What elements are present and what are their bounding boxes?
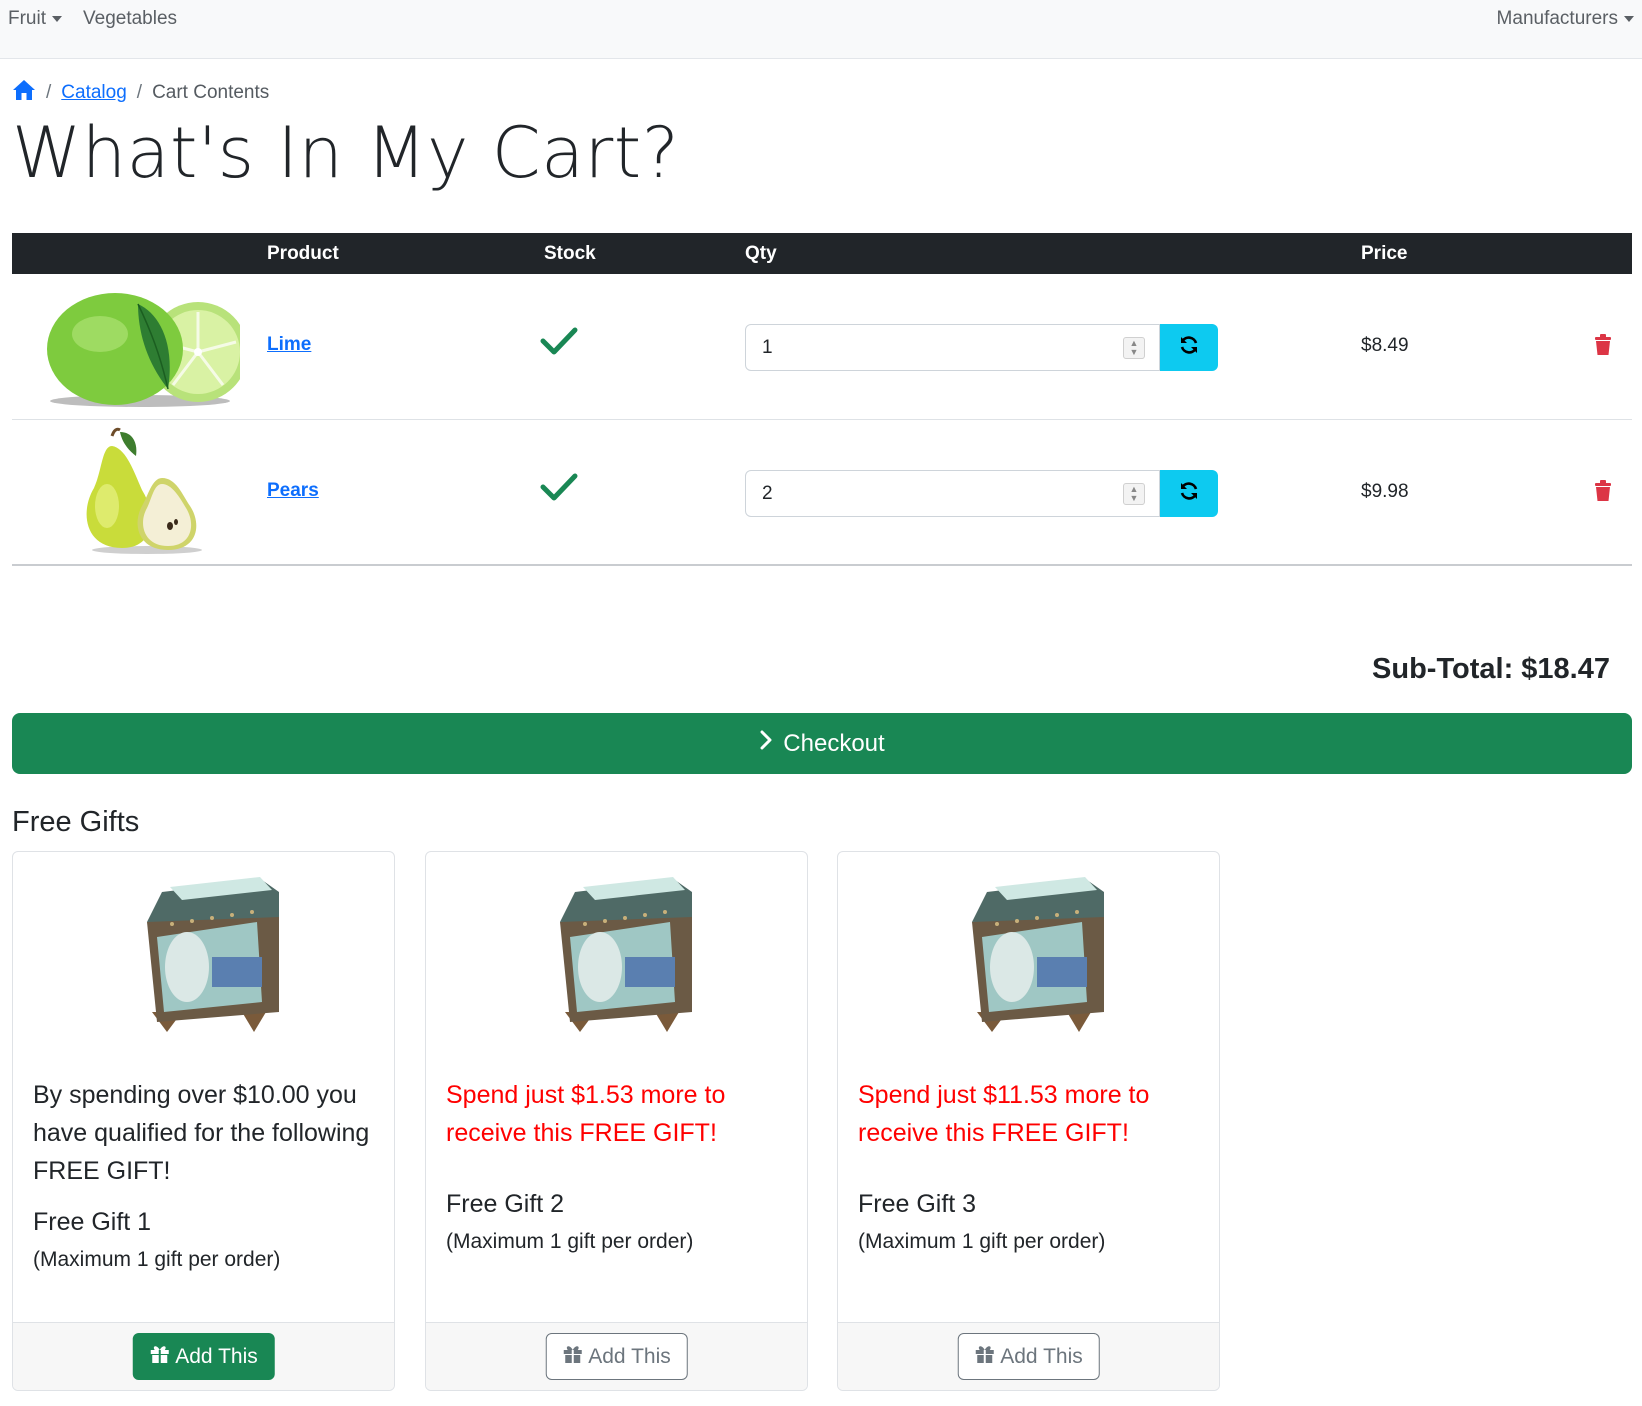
qty-value: 2 bbox=[762, 482, 773, 504]
table-row: Lime 1 ▲ ▼ $8.49 bbox=[12, 274, 1632, 420]
gift-limit: (Maximum 1 gift per order) bbox=[33, 1248, 281, 1271]
breadcrumb-current: Cart Contents bbox=[152, 82, 270, 103]
gift-card-footer: Add This bbox=[13, 1322, 394, 1390]
gift-icon bbox=[149, 1344, 169, 1370]
nav-vegetables-link[interactable]: Vegetables bbox=[83, 8, 177, 30]
gift-message: By spending over $10.00 you have qualifi… bbox=[33, 1081, 370, 1185]
add-gift-label: Add This bbox=[1000, 1344, 1083, 1368]
header-stock: Stock bbox=[544, 243, 596, 264]
gift-limit: (Maximum 1 gift per order) bbox=[446, 1230, 694, 1253]
qty-input-pears[interactable]: 2 ▲ ▼ bbox=[745, 470, 1160, 517]
checkout-button[interactable]: Checkout bbox=[12, 713, 1632, 774]
trash-icon[interactable] bbox=[1594, 334, 1612, 361]
qty-spinner-icon[interactable]: ▲ ▼ bbox=[1123, 337, 1145, 359]
check-icon bbox=[540, 472, 578, 507]
gift-image bbox=[132, 862, 279, 1042]
top-navbar: Fruit Vegetables Manufacturers bbox=[0, 0, 1642, 59]
header-price: Price bbox=[1361, 243, 1408, 264]
page-title: What's In My Cart? bbox=[12, 112, 680, 194]
gift-message: Spend just $11.53 more to receive this F… bbox=[858, 1081, 1150, 1147]
breadcrumb-catalog-link[interactable]: Catalog bbox=[61, 82, 127, 104]
breadcrumb: / Catalog / Cart Contents bbox=[12, 79, 269, 107]
refresh-button-lime[interactable] bbox=[1160, 324, 1218, 371]
qty-input-lime[interactable]: 1 ▲ ▼ bbox=[745, 324, 1160, 371]
price-pears: $9.98 bbox=[1361, 481, 1409, 502]
gift-card: Spend just $1.53 more to receive this FR… bbox=[425, 851, 808, 1391]
gift-icon bbox=[974, 1344, 994, 1370]
free-gifts-heading: Free Gifts bbox=[12, 806, 140, 838]
table-row: Pears 2 ▲ ▼ $9.98 bbox=[12, 420, 1632, 566]
nav-manufacturers-label: Manufacturers bbox=[1496, 8, 1618, 29]
gift-name: Free Gift 3 bbox=[858, 1190, 977, 1218]
add-gift-button[interactable]: Add This bbox=[957, 1333, 1100, 1380]
check-icon bbox=[540, 326, 578, 361]
gift-card: Spend just $11.53 more to receive this F… bbox=[837, 851, 1220, 1391]
product-link-pears[interactable]: Pears bbox=[267, 480, 319, 502]
nav-manufacturers-dropdown[interactable]: Manufacturers bbox=[1497, 8, 1634, 30]
home-icon[interactable] bbox=[12, 79, 36, 107]
nav-fruit-label: Fruit bbox=[8, 8, 46, 29]
breadcrumb-separator: / bbox=[46, 82, 52, 103]
gift-image bbox=[957, 862, 1104, 1042]
checkout-label: Checkout bbox=[783, 729, 885, 757]
gift-limit: (Maximum 1 gift per order) bbox=[858, 1230, 1106, 1253]
qty-group-pears: 2 ▲ ▼ bbox=[745, 470, 1218, 517]
add-gift-button[interactable]: Add This bbox=[545, 1333, 688, 1380]
gift-card-footer: Add This bbox=[838, 1322, 1219, 1390]
nav-vegetables-label: Vegetables bbox=[83, 8, 178, 29]
table-header: Product Stock Qty Price bbox=[12, 233, 1632, 274]
nav-fruit-dropdown[interactable]: Fruit bbox=[8, 8, 62, 30]
gift-name: Free Gift 2 bbox=[446, 1190, 565, 1218]
trash-icon[interactable] bbox=[1594, 480, 1612, 507]
cart-table: Product Stock Qty Price Lime 1 ▲ ▼ $8.49… bbox=[12, 233, 1632, 566]
product-link-lime[interactable]: Lime bbox=[267, 334, 311, 356]
add-gift-label: Add This bbox=[588, 1344, 671, 1368]
caret-down-icon bbox=[52, 16, 62, 22]
gift-icon bbox=[562, 1344, 582, 1370]
gift-image bbox=[545, 862, 692, 1042]
gift-card: By spending over $10.00 you have qualifi… bbox=[12, 851, 395, 1391]
gift-message: Spend just $1.53 more to receive this FR… bbox=[446, 1081, 726, 1147]
lime-image bbox=[40, 284, 248, 414]
refresh-icon bbox=[1178, 334, 1200, 361]
header-qty: Qty bbox=[745, 243, 777, 264]
chevron-right-icon bbox=[759, 729, 773, 758]
qty-spinner-icon[interactable]: ▲ ▼ bbox=[1123, 483, 1145, 505]
qty-value: 1 bbox=[762, 336, 773, 358]
refresh-icon bbox=[1178, 480, 1200, 507]
caret-down-icon bbox=[1624, 16, 1634, 22]
pears-image bbox=[72, 426, 212, 561]
add-gift-button[interactable]: Add This bbox=[132, 1333, 275, 1380]
breadcrumb-separator: / bbox=[136, 82, 143, 103]
gift-card-footer: Add This bbox=[426, 1322, 807, 1390]
refresh-button-pears[interactable] bbox=[1160, 470, 1218, 517]
header-product: Product bbox=[267, 243, 339, 264]
add-gift-label: Add This bbox=[175, 1344, 258, 1368]
price-lime: $8.49 bbox=[1361, 335, 1409, 356]
qty-group-lime: 1 ▲ ▼ bbox=[745, 324, 1218, 371]
gift-name: Free Gift 1 bbox=[33, 1208, 152, 1236]
subtotal: Sub-Total: $18.47 bbox=[1372, 653, 1610, 685]
